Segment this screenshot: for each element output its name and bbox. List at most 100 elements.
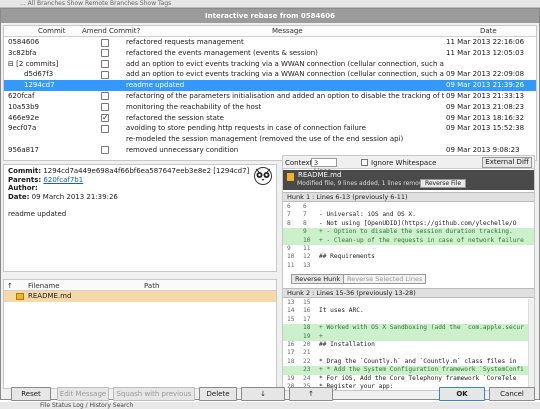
commit-row[interactable]: 9ecf07a avoiding to store pending http re… (4, 123, 536, 134)
diff-line[interactable]: 19 + (283, 332, 534, 341)
background-toolbar: ... All Branches Show Remote Branches Sh… (0, 0, 540, 8)
commit-label: Commit: (8, 167, 42, 175)
commit-id: 620fcaf (8, 91, 35, 100)
commit-row[interactable]: 10a53b9 monitoring the reachability of th… (4, 102, 536, 113)
diff-file-name: README.md (298, 171, 342, 179)
new-line-number: 11 (303, 245, 311, 252)
diff-line[interactable]: 7 7 - Universal: iOS and OS X. (283, 211, 534, 219)
diff-line[interactable]: 17 21 (283, 349, 534, 357)
commit-row[interactable]: re-modeled the session management (remov… (4, 134, 536, 145)
amend-checkbox[interactable] (101, 38, 109, 47)
diff-panel: Context: 3 Lines ▾ Ignore Whitespace Ext… (282, 155, 535, 391)
parent-link[interactable]: 620fcaf7b1 (43, 176, 83, 184)
commit-row[interactable]: 1294cd7 readme updated 09 Mar 2013 21:39:2… (4, 80, 536, 91)
context-select[interactable]: 3 Lines ▾ (311, 158, 337, 183)
amend-checkbox[interactable] (101, 92, 109, 101)
diff-line[interactable]: 10 12 ## Requirements (283, 253, 534, 261)
commit-row[interactable]: 466e92e refactored the session state 09 Ma… (4, 113, 536, 124)
diff-line[interactable]: 13 15 (283, 299, 534, 307)
old-line-number: 16 (287, 341, 295, 348)
diff-line[interactable]: 66 (283, 203, 534, 211)
diff-line[interactable]: 15 17 (283, 316, 534, 324)
modified-file-icon (16, 293, 24, 300)
diff-line[interactable]: 11 13 (283, 262, 534, 270)
column-path[interactable]: Path (144, 282, 159, 290)
file-row[interactable]: README.md (4, 291, 276, 302)
commit-message: refactored requests management (126, 38, 244, 46)
amend-checkbox[interactable] (101, 114, 109, 123)
column-amend[interactable]: Amend Commit? (82, 27, 140, 35)
commit-row[interactable]: 620fcaf refactoring of the parameters ini… (4, 91, 536, 102)
commit-row[interactable]: d5d67f3 add an option to evict events tra… (4, 69, 536, 80)
amend-checkbox[interactable] (101, 146, 109, 155)
diff-line[interactable]: 9 + - Option to disable the session durat… (283, 228, 534, 237)
commit-id: 9ecf07a (8, 124, 37, 133)
amend-checkbox[interactable] (101, 60, 109, 69)
commit-row[interactable]: 0584606 refactored requests management 11 … (4, 37, 536, 48)
old-line-number: 10 (287, 253, 295, 261)
move-down-button[interactable]: ↓ (241, 387, 285, 401)
commit-details: Commit: 1294cd7a449e698a4f66bf6ea587647e… (3, 164, 277, 272)
old-line-number: 9 (287, 245, 291, 252)
amend-checkbox[interactable] (101, 49, 109, 58)
column-filename[interactable]: Filename (28, 282, 60, 290)
diff-line[interactable]: 18 22 * Drag the `Countly.h` and `Countly.… (283, 357, 534, 366)
diff-line[interactable]: 14 16 It uses ARC. (283, 307, 534, 315)
hunk-1-header: Hunk 1 : Lines 6-13 (previously 6-11) (283, 192, 534, 202)
commit-row[interactable]: ⊟ [2 commits] add an option to evict even… (4, 59, 536, 70)
reverse-file-button[interactable]: Reverse File (420, 179, 466, 188)
diff-line[interactable]: 16 20 ## Installation (283, 341, 534, 349)
old-line-number: 14 (287, 307, 295, 315)
amend-checkbox[interactable] (101, 124, 109, 133)
commit-message: avoiding to store pending http requests … (126, 124, 366, 133)
commit-row[interactable]: 3c82bfa refactored the events management … (4, 48, 536, 59)
diff-line-text: - Not using [OpenUDID](https://github.co… (319, 219, 517, 227)
commit-message: refactoring of the parameters initialisa… (126, 91, 444, 100)
commit-message: monitoring the reachability of the host (126, 102, 262, 111)
amend-checkbox[interactable] (101, 103, 109, 112)
ok-button[interactable]: OK (439, 387, 485, 401)
ignore-whitespace-checkbox[interactable] (361, 159, 368, 166)
commit-date-cell: 11 Mar 2013 22:16:06 (446, 38, 525, 46)
amend-checkbox[interactable] (101, 70, 109, 79)
squash-button[interactable]: Squash with previous (113, 387, 195, 401)
commit-message: refactored the events management (events… (126, 48, 318, 57)
background-statusbar: File Status Log / History Search (0, 402, 540, 409)
delete-button[interactable]: Delete (199, 387, 237, 401)
old-line-number: 6 (287, 203, 291, 210)
edit-message-button[interactable]: Edit Message (57, 387, 109, 401)
diff-line-text: ## Requirements (319, 253, 375, 261)
diff-file-stats: Modified file, 9 lines added, 1 lines re… (297, 180, 430, 187)
diff-line-text: + - Option to disable the session durati… (319, 228, 513, 236)
commit-date-cell: 09 Mar 2013 18:16:32 (446, 113, 525, 122)
reverse-hunk-button[interactable]: Reverse Hunk (291, 274, 345, 284)
diff-line-text: It uses ARC. (319, 307, 364, 315)
diff-line-text: ## Installation (319, 341, 375, 348)
commit-date: 09 March 2013 21:39:26 (31, 192, 118, 201)
diff-line[interactable]: 8 8 - Not using [OpenUDID](https://github.… (283, 219, 534, 228)
diff-line-text: + - Clean-up of the requests in case of … (319, 236, 524, 244)
old-line-number: 18 (287, 357, 295, 365)
files-list: ↑ Filename Path README.md (3, 279, 277, 389)
reverse-selected-lines-button[interactable]: Reverse Selected Lines (343, 274, 427, 284)
diff-line[interactable]: 18 + Worked with OS X Sandboxing (add the… (283, 324, 534, 333)
diff-line[interactable]: 23 + * Add the System Configuration frame… (283, 366, 534, 375)
move-up-button[interactable]: ↑ (289, 387, 333, 401)
column-message[interactable]: Message (272, 27, 303, 35)
diff-line-text: * Drag the `Countly.h` and `Countly.m` c… (319, 357, 517, 365)
external-diff-button[interactable]: External Diff (482, 157, 532, 168)
new-line-number: 10 (303, 236, 311, 244)
cancel-button[interactable]: Cancel (489, 387, 535, 401)
diff-scrollbar[interactable] (528, 299, 534, 390)
author-label: Author: (8, 184, 38, 192)
column-commit[interactable]: Commit (38, 27, 66, 35)
column-date[interactable]: Date (480, 27, 497, 35)
reset-button[interactable]: Reset (11, 387, 51, 401)
new-line-number: 20 (303, 341, 311, 348)
sort-arrow-icon[interactable]: ↑ (7, 282, 13, 290)
diff-toolbar: Context: 3 Lines ▾ Ignore Whitespace Ext… (283, 156, 534, 183)
commit-id: 0584606 (8, 38, 40, 46)
diff-line[interactable]: 10 + - Clean-up of the requests in case o… (283, 236, 534, 245)
diff-line[interactable]: 19 24 * For iOS, Add the Core Telephony fr… (283, 375, 534, 383)
diff-line[interactable]: 9 11 (283, 245, 534, 253)
